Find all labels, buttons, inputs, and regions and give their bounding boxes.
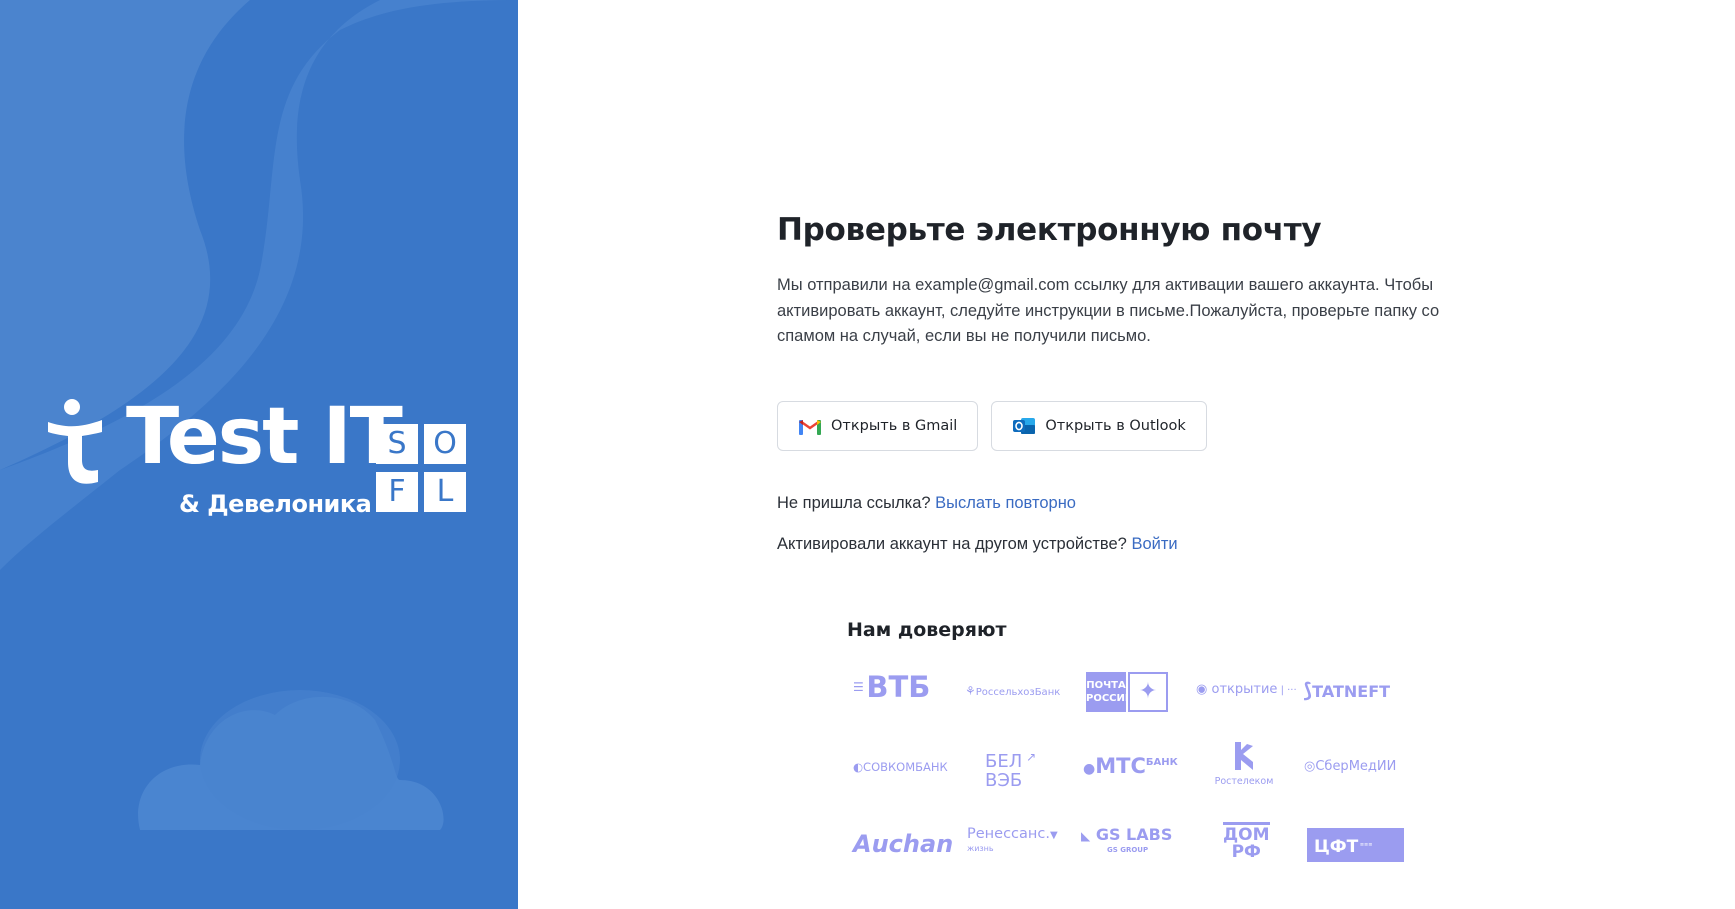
tatneft-logo: ⟆TATNEFT (1303, 678, 1391, 702)
sofl-badge: S O F L (376, 424, 468, 516)
sovcombank-logo: ◐СОВКОМБАНК (853, 760, 948, 774)
gmail-icon (799, 419, 821, 435)
resend-link[interactable]: Выслать повторно (935, 494, 1076, 512)
login-prompt: Активировали аккаунт на другом устройств… (777, 535, 1127, 553)
cft-logo: ЦФТ ≡≡≡ (1307, 828, 1404, 862)
resend-row: Не пришла ссылка? Выслать повторно (777, 494, 1076, 513)
auchan-logo: Auchan (853, 830, 954, 858)
description-text: Мы отправили на example@gmail.com ссылку… (777, 276, 1440, 345)
open-gmail-button[interactable]: Открыть в Gmail (777, 401, 979, 451)
mts-bank-logo: ●МТСБАНК (1083, 754, 1178, 778)
sbermedia-logo: ◎СберМедИИ (1304, 759, 1397, 774)
sofl-letter-o: O (424, 424, 466, 464)
test-it-logo: Test IT & Девелоника S O F L (46, 398, 476, 518)
otkritie-logo: ◉ открытие | ··· (1196, 682, 1297, 697)
test-it-mark-icon (48, 399, 102, 484)
sofl-letter-s: S (376, 424, 418, 464)
page-title: Проверьте электронную почту (777, 212, 1322, 248)
trusted-by-title: Нам доверяют (847, 619, 1007, 641)
renaissance-logo: Ренессанс.▼ жизнь (967, 826, 1058, 853)
gs-labs-logo: ◣ GS LABS GS GROUP (1081, 825, 1173, 855)
logo-subtitle: & Девелоника (179, 490, 372, 518)
login-link[interactable]: Войти (1131, 535, 1177, 553)
rostelecom-logo: Ростелеком (1214, 742, 1274, 787)
vtb-logo: ☰ ВТБ (853, 670, 931, 704)
pochta-rossii-logo: ПОЧТА РОССИИ ✦ (1086, 672, 1169, 712)
login-row: Активировали аккаунт на другом устройств… (777, 535, 1178, 554)
sofl-letter-f: F (376, 472, 418, 512)
rostelecom-icon (1235, 742, 1253, 770)
sofl-letter-l: L (424, 472, 466, 512)
check-email-panel: Проверьте электронную почту Мы отправили… (777, 212, 1477, 553)
open-outlook-label: Открыть в Outlook (1045, 418, 1186, 434)
logo-wordmark: Test IT (126, 392, 403, 482)
belveb-logo: БЕЛ ↗ ВЭБ (985, 750, 1037, 791)
rshb-logo: ⚘РоссельхозБанк (965, 684, 1061, 698)
dom-rf-logo: ДОМ РФ (1223, 822, 1270, 861)
resend-prompt: Не пришла ссылка? (777, 494, 931, 512)
open-gmail-label: Открыть в Gmail (831, 418, 958, 434)
brand-panel: Test IT & Девелоника S O F L (0, 0, 518, 909)
mail-buttons: Открыть в Gmail Открыть в Outlook (777, 401, 1207, 451)
open-outlook-button[interactable]: Открыть в Outlook (991, 401, 1207, 451)
eagle-icon: ✦ (1128, 672, 1168, 712)
outlook-icon (1013, 418, 1036, 434)
